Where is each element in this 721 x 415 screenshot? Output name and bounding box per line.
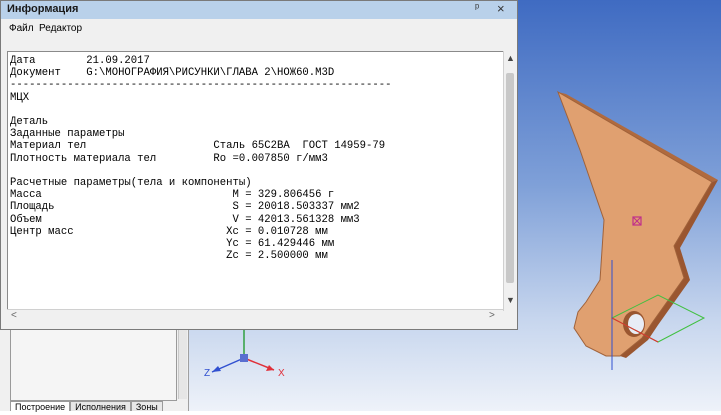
knife-part-model[interactable] (540, 80, 721, 380)
scroll-left-icon[interactable]: < (11, 310, 17, 321)
report-line: Центр масс Xc = 0.010728 мм (10, 225, 328, 238)
info-window-title: Информация (7, 3, 79, 15)
report-line: Дата 21.09.2017 (10, 55, 150, 67)
pin-icon[interactable]: ᵖ (475, 2, 479, 14)
report-line: Плотность материала тел Ro =0.007850 г/м… (10, 152, 328, 165)
scroll-thumb[interactable] (506, 73, 514, 283)
report-line: Площадь S = 20018.503337 мм2 (10, 201, 360, 214)
scroll-right-icon[interactable]: > (489, 310, 495, 321)
report-line: МЦХ (10, 91, 30, 104)
info-titlebar[interactable]: Информация ᵖ × (1, 1, 517, 20)
report-line: Материал тел Сталь 65С2ВА ГОСТ 14959-79 (10, 140, 386, 153)
gizmo-z-label: Z (204, 368, 211, 379)
scroll-up-icon[interactable]: ▲ (506, 53, 515, 63)
axis-gizmo: X Z (190, 330, 300, 410)
report-line: Zc = 2.500000 мм (10, 250, 328, 263)
report-text: Дата 21.09.2017 Документ G:\МОНОГРАФИЯ\Р… (8, 52, 504, 265)
report-line: ----------------------------------------… (10, 79, 392, 92)
report-line: Масса M = 329.806456 г (10, 189, 335, 202)
close-icon[interactable]: × (497, 1, 505, 16)
info-menubar: Файл Редактор (1, 19, 517, 37)
info-window: Информация ᵖ × Файл Редактор Дата 21.09.… (0, 0, 518, 330)
scroll-down-icon[interactable]: ▼ (506, 295, 515, 305)
gizmo-origin (240, 354, 248, 362)
menu-file[interactable]: Файл (9, 23, 34, 34)
report-line: Yc = 61.429446 мм (10, 238, 335, 251)
report-line: Заданные параметры (10, 128, 125, 141)
report-line: Расчетные параметры(тела и компоненты) (10, 177, 252, 190)
model-tree-panel: Построение Исполнения Зоны (0, 320, 189, 412)
horizontal-scrollbar[interactable]: < > (7, 309, 503, 324)
tab-zones[interactable]: Зоны (130, 401, 163, 412)
menu-editor[interactable]: Редактор (39, 23, 82, 34)
report-line: Документ G:\МОНОГРАФИЯ\РИСУНКИ\ГЛАВА 2\Н… (10, 67, 335, 80)
gizmo-x-label: X (278, 368, 285, 379)
report-text-area[interactable]: Дата 21.09.2017 Документ G:\МОНОГРАФИЯ\Р… (7, 51, 505, 311)
report-line: Объем V = 42013.561328 мм3 (10, 213, 360, 226)
model-tree-scrollbar[interactable] (178, 329, 187, 399)
report-line: Деталь (10, 116, 49, 129)
gizmo-z-arrow (212, 366, 221, 372)
vertical-scrollbar[interactable]: ▲ ▼ (503, 51, 516, 311)
tab-versions[interactable]: Исполнения (70, 401, 131, 412)
model-tree-list[interactable] (10, 329, 177, 401)
tab-construction[interactable]: Построение (10, 401, 71, 412)
tree-tabs: Построение Исполнения Зоны (10, 401, 163, 412)
